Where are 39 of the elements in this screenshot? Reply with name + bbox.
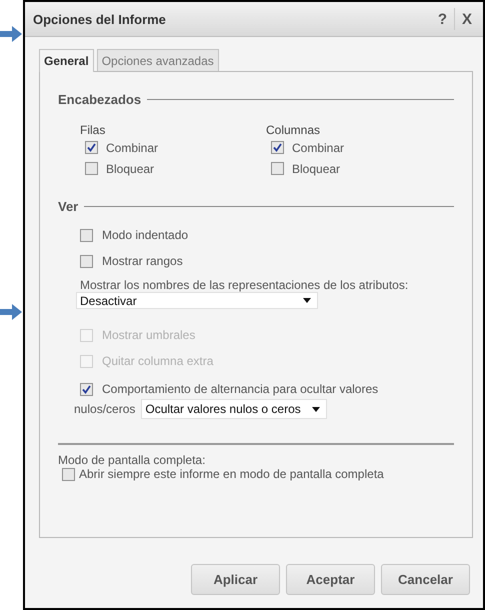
checkbox-label: Abrir siempre este informe en modo de pantalla completa xyxy=(79,467,384,481)
help-button[interactable]: ? xyxy=(432,10,452,28)
tab[interactable]: General xyxy=(39,49,94,72)
checkbox-label: Quitar columna extra xyxy=(102,354,214,368)
checkbox[interactable] xyxy=(62,468,75,480)
section-heading: Ver xyxy=(58,199,78,214)
arrow-icon xyxy=(0,304,22,320)
checkbox-label: Combinar xyxy=(292,140,344,154)
dropdown[interactable]: Desactivar xyxy=(76,292,318,309)
checkbox-label: Bloquear xyxy=(292,162,340,176)
field-label: Modo de pantalla completa: xyxy=(58,453,206,467)
checkbox[interactable] xyxy=(80,228,93,242)
checkbox-label: Bloquear xyxy=(106,162,154,176)
checkbox-label: Combinar xyxy=(106,140,158,154)
dropdown[interactable]: Ocultar valores nulos o ceros xyxy=(141,399,328,419)
checkbox-label: Mostrar rangos xyxy=(102,254,183,268)
checkbox[interactable] xyxy=(80,382,93,396)
tab[interactable]: Opciones avanzadas xyxy=(96,49,219,71)
arrow-icon xyxy=(0,26,22,42)
field-label: Mostrar los nombres de las representaciones de los atributos: xyxy=(80,278,408,292)
checkbox[interactable] xyxy=(85,141,98,154)
field-label: nulos/ceros xyxy=(74,402,136,416)
checkbox-label: Modo indentado xyxy=(102,228,188,242)
dialog-button[interactable]: Cancelar xyxy=(381,564,470,595)
dialog-button[interactable]: Aplicar xyxy=(191,564,280,595)
checkbox[interactable] xyxy=(80,254,93,268)
checkbox-label: Mostrar umbrales xyxy=(102,328,196,342)
group-label: Columnas xyxy=(266,123,320,137)
dialog-button[interactable]: Aceptar xyxy=(286,564,375,595)
group-label: Filas xyxy=(80,123,106,137)
caret-icon xyxy=(303,298,311,303)
checkbox[interactable] xyxy=(271,162,284,175)
section-heading: Encabezados xyxy=(58,92,142,107)
checkbox[interactable] xyxy=(271,141,284,154)
close-button[interactable]: X xyxy=(456,10,477,28)
caret-icon xyxy=(312,406,320,412)
checkbox-label: Comportamiento de alternancia para ocultar valores xyxy=(102,382,378,396)
window-title: Opciones del Informe xyxy=(33,12,166,26)
checkbox[interactable] xyxy=(85,162,98,175)
